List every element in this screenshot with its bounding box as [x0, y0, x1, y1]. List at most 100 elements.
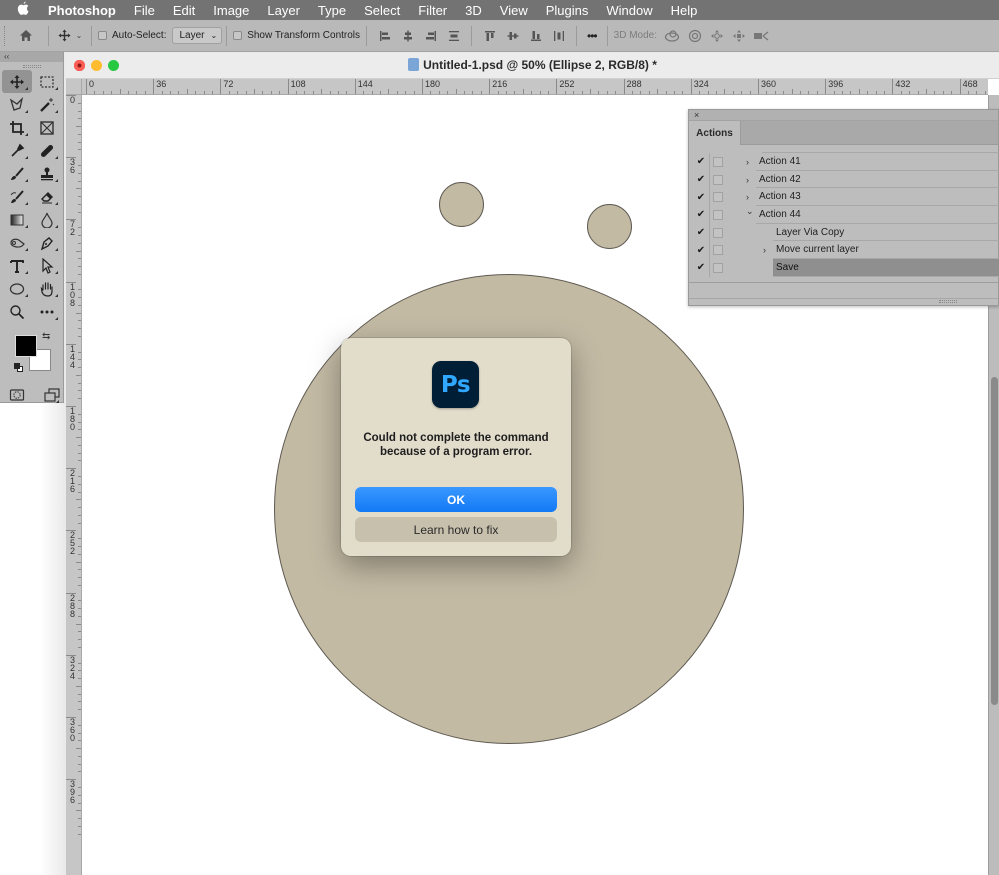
menu-file[interactable]: File	[125, 3, 164, 18]
chevron-right-icon[interactable]: ›	[746, 175, 749, 185]
align-left-edges-icon[interactable]	[373, 26, 396, 46]
menu-plugins[interactable]: Plugins	[537, 3, 598, 18]
dialog-toggle-checkbox[interactable]	[713, 262, 723, 273]
action-toggle-checkmark-icon[interactable]: ✔	[695, 156, 707, 167]
eraser-tool[interactable]	[32, 185, 62, 208]
distribute-horizontally-icon[interactable]	[547, 26, 570, 46]
action-toggle-checkmark-icon[interactable]: ✔	[695, 245, 707, 256]
default-colors-icon[interactable]	[14, 363, 23, 372]
history-brush-tool[interactable]	[2, 185, 32, 208]
frame-tool[interactable]	[32, 116, 62, 139]
move-tool[interactable]	[2, 70, 32, 93]
clone-stamp-tool[interactable]	[32, 162, 62, 185]
action-row[interactable]: ✔ Layer Via Copy	[689, 223, 999, 242]
eyedropper-tool[interactable]	[2, 139, 32, 162]
dialog-toggle-checkbox[interactable]	[713, 227, 723, 238]
gradient-tool[interactable]	[2, 208, 32, 231]
tab-actions[interactable]: Actions	[689, 121, 741, 145]
type-tool[interactable]	[2, 254, 32, 277]
toolbox-collapse-button[interactable]: ‹‹	[0, 52, 63, 62]
menu-layer[interactable]: Layer	[258, 3, 309, 18]
3d-roll-icon[interactable]	[684, 29, 706, 43]
ellipse-small-left[interactable]	[439, 182, 484, 227]
home-icon[interactable]	[10, 29, 42, 42]
hand-tool[interactable]	[32, 277, 62, 300]
dialog-toggle-checkbox[interactable]	[713, 174, 723, 185]
action-row[interactable]: ✔ ⌄ Action 44	[689, 206, 999, 224]
menu-window[interactable]: Window	[597, 3, 661, 18]
menu-type[interactable]: Type	[309, 3, 355, 18]
3d-pan-icon[interactable]	[706, 29, 728, 43]
panel-resize-grip[interactable]	[939, 300, 957, 303]
document-title-bar[interactable]: Untitled-1.psd @ 50% (Ellipse 2, RGB/8) …	[66, 53, 999, 79]
more-options-button[interactable]: •••	[583, 29, 601, 43]
screen-mode-button[interactable]	[42, 383, 64, 406]
menu-view[interactable]: View	[491, 3, 537, 18]
zoom-tool[interactable]	[2, 300, 32, 323]
action-toggle-checkmark-icon[interactable]: ✔	[695, 262, 707, 273]
blur-tool[interactable]	[32, 208, 62, 231]
apple-icon[interactable]	[0, 1, 46, 19]
ellipse-tool[interactable]	[2, 277, 32, 300]
action-row[interactable]: ✔ Save	[689, 259, 999, 277]
auto-select-dropdown[interactable]: Layer ⌄	[172, 27, 223, 44]
chevron-right-icon[interactable]: ›	[746, 157, 749, 167]
menu-photoshop[interactable]: Photoshop	[46, 3, 125, 18]
magic-wand-tool[interactable]	[32, 93, 62, 116]
3d-camera-icon[interactable]	[750, 30, 772, 42]
brush-tool[interactable]	[2, 162, 32, 185]
3d-orbit-icon[interactable]	[660, 29, 684, 43]
move-tool-icon[interactable]	[55, 29, 73, 42]
action-toggle-checkmark-icon[interactable]: ✔	[695, 174, 707, 185]
menu-edit[interactable]: Edit	[164, 3, 204, 18]
align-vertical-centers-icon[interactable]	[501, 26, 524, 46]
action-toggle-checkmark-icon[interactable]: ✔	[695, 192, 707, 203]
vertical-ruler[interactable]: 0 36 72 108 144 180 216 252 288 324 360 396	[66, 95, 82, 875]
edit-toolbar-button[interactable]	[32, 300, 62, 323]
toolbox-grip[interactable]	[0, 62, 63, 70]
healing-brush-tool[interactable]	[32, 139, 62, 162]
menu-image[interactable]: Image	[204, 3, 258, 18]
pen-tool[interactable]	[32, 231, 62, 254]
action-row[interactable]: ✔ › Move current layer	[689, 241, 999, 260]
action-row[interactable]: ✔ › Action 41	[689, 153, 999, 171]
learn-how-to-fix-button[interactable]: Learn how to fix	[355, 517, 557, 542]
lasso-tool[interactable]	[2, 93, 32, 116]
chevron-right-icon[interactable]: ›	[746, 192, 749, 202]
dialog-toggle-checkbox[interactable]	[713, 209, 723, 220]
menu-select[interactable]: Select	[355, 3, 409, 18]
3d-slide-icon[interactable]	[728, 29, 750, 43]
action-toggle-checkmark-icon[interactable]: ✔	[695, 227, 707, 238]
actions-panel-close-button[interactable]: ×	[689, 110, 998, 121]
action-toggle-checkmark-icon[interactable]: ✔	[695, 209, 707, 220]
ok-button[interactable]: OK	[355, 487, 557, 512]
align-right-edges-icon[interactable]	[419, 26, 442, 46]
foreground-color-swatch[interactable]	[15, 335, 37, 357]
chevron-right-icon[interactable]: ›	[763, 245, 766, 255]
dialog-toggle-checkbox[interactable]	[713, 245, 723, 256]
rectangular-marquee-tool[interactable]	[32, 70, 62, 93]
horizontal-ruler[interactable]: 0 36 72 108 144 180 216 252 288 324 360 396 432 468	[82, 79, 988, 95]
menu-filter[interactable]: Filter	[409, 3, 456, 18]
menu-help[interactable]: Help	[662, 3, 707, 18]
crop-tool[interactable]	[2, 116, 32, 139]
path-selection-tool[interactable]	[32, 254, 62, 277]
show-transform-controls-checkbox[interactable]	[233, 31, 243, 40]
distribute-vertically-icon[interactable]	[442, 26, 465, 46]
align-horizontal-centers-icon[interactable]	[396, 26, 419, 46]
vertical-scrollbar-thumb[interactable]	[991, 377, 998, 705]
align-top-edges-icon[interactable]	[478, 26, 501, 46]
action-row[interactable]: ✔ › Action 42	[689, 170, 999, 189]
ellipse-small-right[interactable]	[587, 204, 632, 249]
dodge-tool[interactable]	[2, 231, 32, 254]
tool-preset-chevron-down-icon[interactable]: ⌄	[73, 31, 85, 40]
auto-select-checkbox[interactable]	[98, 31, 107, 40]
dialog-toggle-checkbox[interactable]	[713, 156, 723, 167]
chevron-down-icon[interactable]: ⌄	[746, 206, 754, 217]
ruler-origin[interactable]	[66, 79, 82, 95]
menu-3d[interactable]: 3D	[456, 3, 491, 18]
align-bottom-edges-icon[interactable]	[524, 26, 547, 46]
quick-mask-button[interactable]	[6, 383, 28, 406]
action-row[interactable]: ✔ › Action 43	[689, 188, 999, 207]
dialog-toggle-checkbox[interactable]	[713, 192, 723, 203]
